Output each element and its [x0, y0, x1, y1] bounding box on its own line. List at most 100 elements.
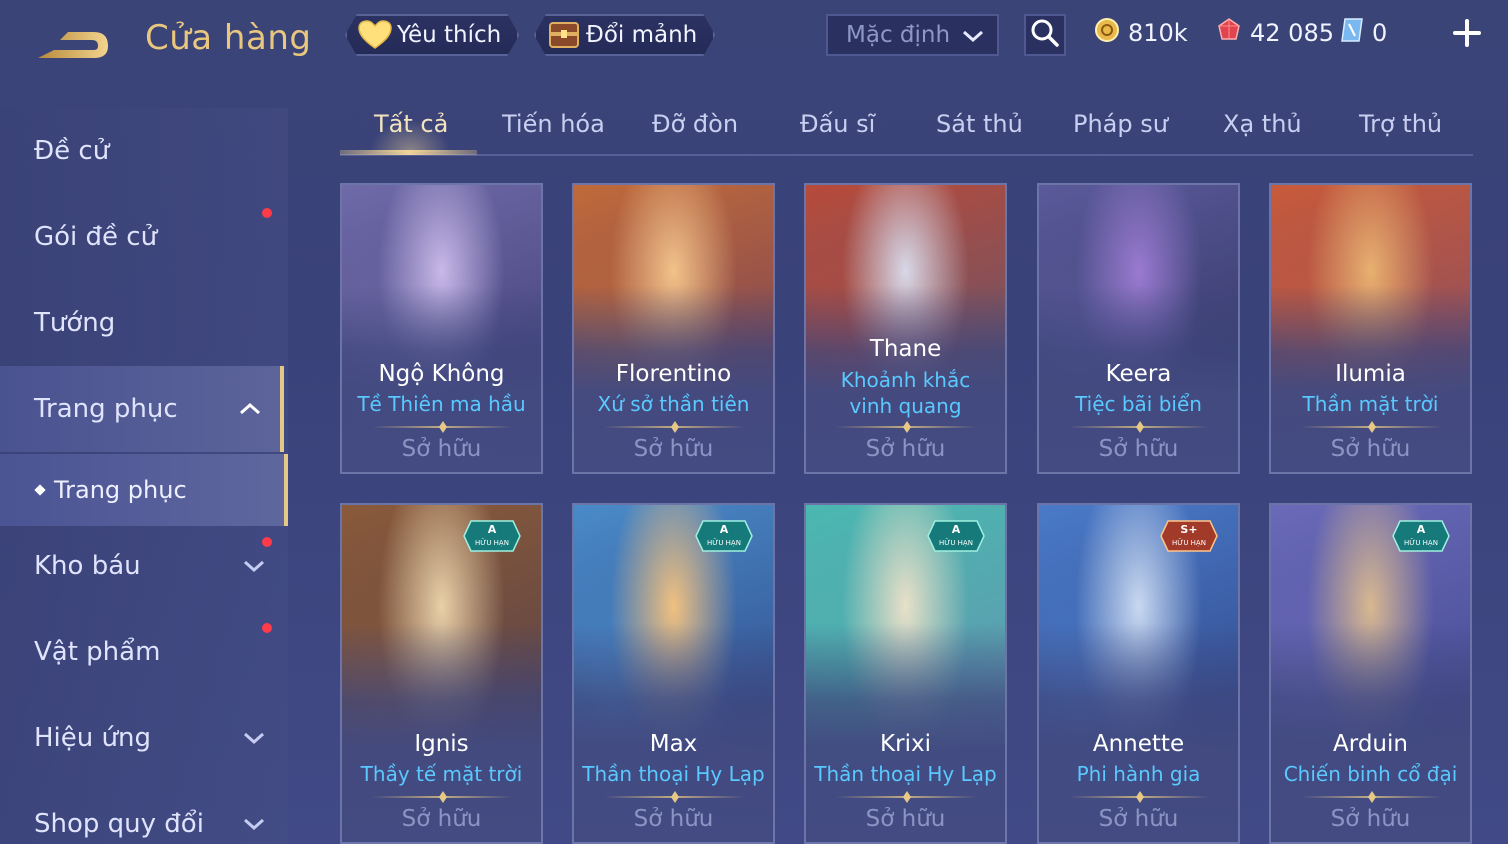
sidebar-item-label: Shop quy đổi: [34, 809, 204, 839]
sidebar-item-skins[interactable]: Trang phục: [0, 366, 284, 452]
skin-card[interactable]: A HỮU HẠN Krixi Thần thoại Hy Lạp Sở hữu: [804, 503, 1007, 844]
owned-status: Sở hữu: [865, 436, 946, 462]
chevron-down-icon: [242, 812, 266, 836]
limited-tier-badge: A HỮU HẠN: [1392, 519, 1450, 553]
skin-card[interactable]: Ilumia Thần mặt trời Sở hữu: [1269, 183, 1472, 474]
svg-text:HỮU HẠN: HỮU HẠN: [475, 538, 509, 547]
svg-text:HỮU HẠN: HỮU HẠN: [1172, 538, 1206, 547]
skin-card[interactable]: A HỮU HẠN Ignis Thầy tế mặt trời Sở hữu: [340, 503, 543, 844]
skin-card[interactable]: A HỮU HẠN Arduin Chiến binh cổ đại Sở hữ…: [1269, 503, 1472, 844]
exchange-shards-button[interactable]: Đổi mảnh: [534, 14, 715, 56]
skin-card[interactable]: S+ HỮU HẠN Annette Phi hành gia Sở hữu: [1037, 503, 1240, 844]
hero-name: Keera: [1105, 361, 1172, 387]
chevron-down-icon: [242, 726, 266, 750]
sidebar-item-label: Trang phục: [34, 394, 178, 424]
svg-text:A: A: [720, 523, 729, 536]
voucher-balance: 0: [1340, 16, 1387, 50]
owned-status: Sở hữu: [1330, 436, 1411, 462]
hero-name: Krixi: [880, 731, 931, 757]
owned-status: Sở hữu: [633, 806, 714, 832]
limited-tier-badge: S+ HỮU HẠN: [1160, 519, 1218, 553]
sidebar-item-items[interactable]: Vật phẩm: [0, 609, 284, 695]
owned-status: Sở hữu: [1330, 806, 1411, 832]
active-tab-indicator: [340, 150, 477, 155]
top-bar: Cửa hàng Yêu thích Đổi mảnh Mặc định 810…: [0, 0, 1508, 80]
gold-balance: 810k: [1094, 16, 1188, 50]
skin-name: Thần mặt trời: [1302, 392, 1439, 416]
diamond-bullet-icon: [34, 484, 46, 496]
owned-status: Sở hữu: [633, 436, 714, 462]
back-arrow-icon[interactable]: [34, 20, 114, 64]
favorites-button[interactable]: Yêu thích: [345, 14, 519, 56]
skin-name: Xứ sở thần tiên: [597, 392, 750, 416]
skin-card[interactable]: A HỮU HẠN Max Thần thoại Hy Lạp Sở hữu: [572, 503, 775, 844]
gold-amount: 810k: [1128, 19, 1188, 47]
sort-dropdown[interactable]: Mặc định: [826, 14, 999, 56]
svg-text:A: A: [1417, 523, 1426, 536]
sidebar-item-treasure[interactable]: Kho báu: [0, 523, 284, 609]
search-button[interactable]: [1024, 14, 1066, 56]
sidebar-item-recommended[interactable]: Đề cử: [0, 108, 284, 194]
sidebar-item-label: Vật phẩm: [34, 637, 161, 667]
gem-balance: 42 085: [1216, 16, 1334, 50]
chevron-down-icon: [961, 24, 985, 48]
skin-card[interactable]: Thane Khoảnh khắc vinh quang Sở hữu: [804, 183, 1007, 474]
sidebar-item-label: Đề cử: [34, 136, 110, 166]
owned-status: Sở hữu: [1098, 806, 1179, 832]
skin-name: Thầy tế mặt trời: [360, 762, 523, 786]
gold-coin-icon: [1094, 17, 1120, 49]
ruby-gem-icon: [1216, 17, 1242, 49]
skin-name: Thần thoại Hy Lạp: [814, 762, 997, 786]
svg-text:HỮU HẠN: HỮU HẠN: [707, 538, 741, 547]
sidebar-item-label: Tướng: [34, 308, 116, 338]
add-currency-plus-icon[interactable]: [1450, 16, 1484, 50]
tab-tank[interactable]: Đỡ đòn: [652, 110, 738, 138]
page-title: Cửa hàng: [145, 18, 312, 58]
skin-card[interactable]: Florentino Xứ sở thần tiên Sở hữu: [572, 183, 775, 474]
sidebar: Đề cử Gói đề cử Tướng Trang phục Trang p…: [0, 108, 288, 844]
skin-name: Phi hành gia: [1076, 762, 1201, 786]
notification-dot: [262, 208, 272, 218]
treasure-chest-icon: [546, 17, 582, 53]
svg-text:S+: S+: [1180, 523, 1197, 536]
tab-assassin[interactable]: Sát thủ: [936, 110, 1023, 138]
favorites-label: Yêu thích: [397, 22, 502, 48]
tab-support[interactable]: Trợ thủ: [1359, 110, 1442, 138]
owned-status: Sở hữu: [401, 806, 482, 832]
hero-name: Thane: [869, 336, 942, 362]
heart-icon: [357, 17, 393, 53]
sort-value: Mặc định: [846, 22, 951, 48]
tab-marksman[interactable]: Xạ thủ: [1223, 110, 1302, 138]
gem-amount: 42 085: [1250, 19, 1334, 47]
skin-card[interactable]: Keera Tiệc bãi biển Sở hữu: [1037, 183, 1240, 474]
voucher-amount: 0: [1372, 19, 1388, 47]
tab-mage[interactable]: Pháp sư: [1073, 110, 1168, 138]
skin-name: Thần thoại Hy Lạp: [582, 762, 765, 786]
sidebar-subitem-label: Trang phục: [54, 476, 187, 504]
hero-name: Ngộ Không: [378, 361, 505, 387]
tab-fighter[interactable]: Đấu sĩ: [800, 110, 875, 138]
tab-evolution[interactable]: Tiến hóa: [502, 110, 605, 138]
sidebar-subitem-skins[interactable]: Trang phục: [0, 454, 288, 526]
sidebar-item-label: Kho báu: [34, 551, 141, 581]
voucher-crystal-icon: [1340, 16, 1364, 50]
limited-tier-badge: A HỮU HẠN: [927, 519, 985, 553]
svg-text:HỮU HẠN: HỮU HẠN: [939, 538, 973, 547]
sidebar-item-effects[interactable]: Hiệu ứng: [0, 695, 284, 781]
owned-status: Sở hữu: [1098, 436, 1179, 462]
hero-name: Ignis: [414, 731, 469, 757]
exchange-label: Đổi mảnh: [586, 22, 698, 48]
sidebar-item-heroes[interactable]: Tướng: [0, 280, 284, 366]
hero-name: Annette: [1092, 731, 1185, 757]
sidebar-item-label: Gói đề cử: [34, 222, 158, 252]
search-icon: [1030, 18, 1060, 52]
tab-all[interactable]: Tất cả: [374, 110, 448, 138]
limited-tier-badge: A HỮU HẠN: [463, 519, 521, 553]
chevron-up-icon: [238, 397, 262, 421]
hero-name: Arduin: [1333, 731, 1408, 757]
skin-card[interactable]: Ngộ Không Tề Thiên ma hầu Sở hữu: [340, 183, 543, 474]
sidebar-item-recommended-bundles[interactable]: Gói đề cử: [0, 194, 284, 280]
sidebar-item-exchange-shop[interactable]: Shop quy đổi: [0, 781, 284, 844]
limited-tier-badge: A HỮU HẠN: [695, 519, 753, 553]
hero-name: Ilumia: [1335, 361, 1406, 387]
